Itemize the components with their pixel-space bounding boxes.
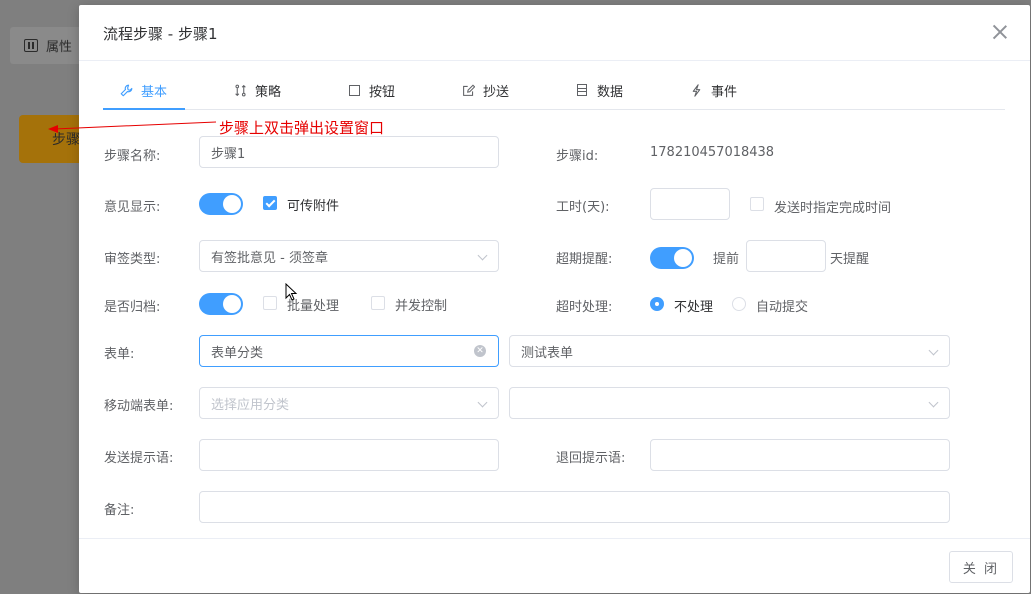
concurrent-label: 并发控制 xyxy=(395,299,448,314)
attach-checkbox[interactable] xyxy=(263,196,277,210)
wrench-icon xyxy=(119,83,133,97)
step-settings-dialog: 流程步骤 - 步骤1 基本 策略 按钮 抄送 数据 事件 步骤名称: 步骤1 步… xyxy=(79,5,1030,593)
chevron-down-icon xyxy=(477,250,488,261)
send-hint-input[interactable] xyxy=(199,439,499,471)
form-select[interactable]: 测试表单 xyxy=(509,335,950,367)
timeout-label: 超时处理: xyxy=(556,300,613,315)
tab-data[interactable]: 数据 xyxy=(575,70,623,110)
form-category-value: 表单分类 xyxy=(211,345,264,361)
lightning-icon xyxy=(689,83,703,97)
return-hint-input[interactable] xyxy=(650,439,950,471)
advance-prefix: 提前 xyxy=(713,252,740,267)
properties-button[interactable]: 属性 xyxy=(10,27,90,64)
tab-bar: 基本 策略 按钮 抄送 数据 事件 xyxy=(103,70,1005,110)
form-category-select[interactable]: 表单分类 ✕ xyxy=(199,335,499,367)
mobile-category-placeholder: 选择应用分类 xyxy=(211,397,290,413)
chevron-down-icon xyxy=(928,345,939,356)
attach-label: 可传附件 xyxy=(287,199,340,214)
active-tab-indicator xyxy=(103,108,185,110)
square-icon xyxy=(347,83,361,97)
tab-basic-label: 基本 xyxy=(141,84,168,100)
tab-events-label: 事件 xyxy=(711,84,738,100)
sign-type-label: 审签类型: xyxy=(104,252,161,267)
timeout-radio-auto[interactable] xyxy=(732,297,746,311)
advance-suffix: 天提醒 xyxy=(830,252,870,267)
archive-switch[interactable] xyxy=(199,293,243,315)
step-name-label: 步骤名称: xyxy=(104,149,161,164)
opinion-display-switch[interactable] xyxy=(199,193,243,215)
step-id-value: 178210457018438 xyxy=(650,145,775,160)
properties-button-label: 属性 xyxy=(46,40,73,55)
annotation-text: 步骤上双击弹出设置窗口 xyxy=(219,119,385,137)
overdue-label: 超期提醒: xyxy=(556,252,613,267)
archive-label: 是否归档: xyxy=(104,300,161,315)
clear-icon[interactable]: ✕ xyxy=(474,345,486,357)
concurrent-checkbox[interactable] xyxy=(371,296,385,310)
work-time-label: 工时(天): xyxy=(556,200,610,215)
tab-cc[interactable]: 抄送 xyxy=(461,70,509,110)
timeout-option-auto: 自动提交 xyxy=(756,300,809,315)
advance-days-input[interactable] xyxy=(746,240,826,272)
form-label: 表单: xyxy=(104,347,135,362)
tab-events[interactable]: 事件 xyxy=(689,70,737,110)
sliders-icon xyxy=(24,39,38,52)
return-hint-label: 退回提示语: xyxy=(556,451,626,466)
dialog-footer: 关 闭 xyxy=(79,538,1030,593)
tab-basic[interactable]: 基本 xyxy=(119,70,167,110)
step-name-input[interactable]: 步骤1 xyxy=(199,136,499,168)
dialog-header: 流程步骤 - 步骤1 xyxy=(79,5,1030,61)
opinion-display-label: 意见显示: xyxy=(104,200,161,215)
remark-label: 备注: xyxy=(104,503,135,518)
tab-buttons[interactable]: 按钮 xyxy=(347,70,395,110)
sign-type-value: 有签批意见 - 须签章 xyxy=(211,250,328,266)
timeout-option-none: 不处理 xyxy=(674,300,714,315)
mobile-form-select[interactable] xyxy=(509,387,950,419)
dialog-title: 流程步骤 - 步骤1 xyxy=(103,25,218,43)
tab-strategy[interactable]: 策略 xyxy=(233,70,281,110)
database-icon xyxy=(575,83,589,97)
form-value: 测试表单 xyxy=(521,345,574,361)
chevron-down-icon xyxy=(928,397,939,408)
batch-checkbox[interactable] xyxy=(263,296,277,310)
specify-time-label: 发送时指定完成时间 xyxy=(774,201,892,216)
send-hint-label: 发送提示语: xyxy=(104,451,174,466)
close-button[interactable]: 关 闭 xyxy=(949,551,1013,583)
mobile-category-select[interactable]: 选择应用分类 xyxy=(199,387,499,419)
specify-time-checkbox[interactable] xyxy=(750,197,764,211)
mobile-form-label: 移动端表单: xyxy=(104,399,174,414)
step-id-label: 步骤id: xyxy=(556,149,599,164)
remark-input[interactable] xyxy=(199,491,950,523)
tab-strategy-label: 策略 xyxy=(255,84,282,100)
step-name-value: 步骤1 xyxy=(211,146,246,162)
sign-type-select[interactable]: 有签批意见 - 须签章 xyxy=(199,240,499,272)
close-icon[interactable] xyxy=(992,24,1008,40)
mouse-cursor-icon xyxy=(285,283,298,301)
overdue-switch[interactable] xyxy=(650,247,694,269)
work-time-input[interactable] xyxy=(650,188,730,220)
strategy-icon xyxy=(233,83,247,97)
tab-buttons-label: 按钮 xyxy=(369,84,396,100)
edit-icon xyxy=(461,83,475,97)
tab-cc-label: 抄送 xyxy=(483,84,510,100)
timeout-radio-none[interactable] xyxy=(650,297,664,311)
tab-data-label: 数据 xyxy=(597,84,624,100)
annotation-arrow-icon xyxy=(48,121,217,133)
chevron-down-icon xyxy=(477,397,488,408)
